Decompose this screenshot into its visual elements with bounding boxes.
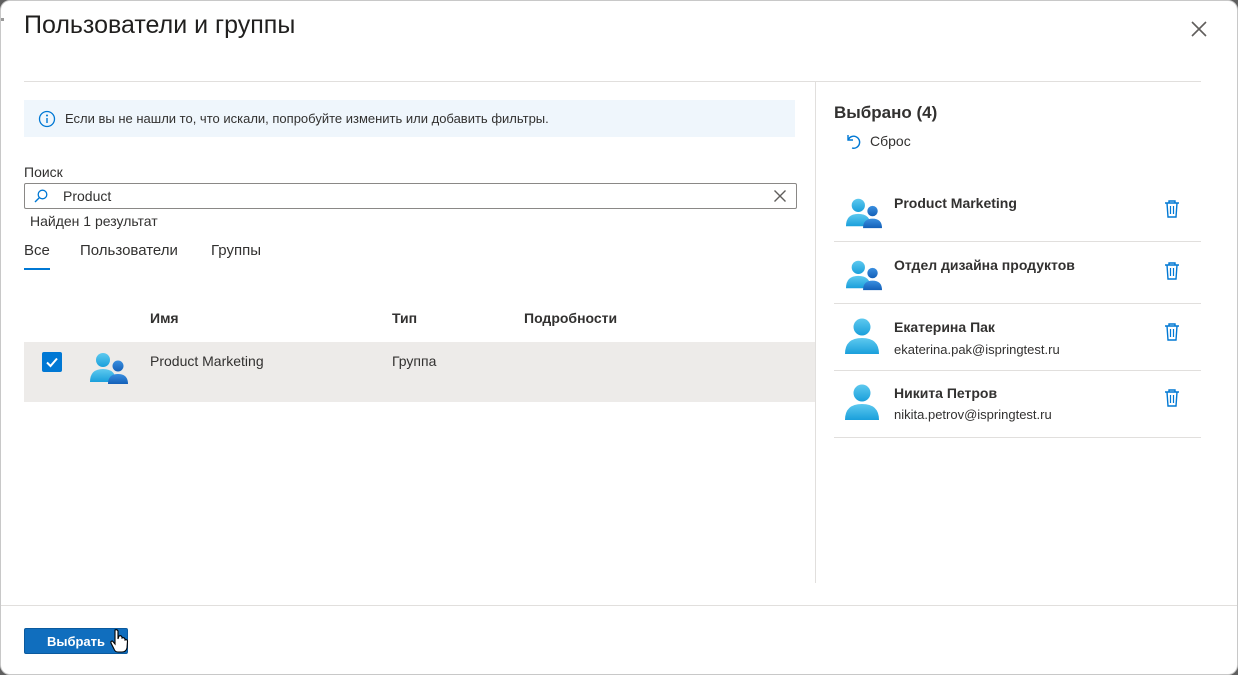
info-text: Если вы не нашли то, что искали, попробу… — [65, 111, 549, 126]
group-icon — [88, 348, 130, 386]
hand-cursor-icon — [109, 628, 129, 654]
window-edge-mark — [1, 18, 4, 21]
trash-icon[interactable] — [1163, 322, 1181, 342]
header-divider — [24, 81, 1201, 82]
trash-icon[interactable] — [1163, 388, 1181, 408]
selected-item-name: Екатерина Пак — [894, 319, 995, 335]
tab-groups[interactable]: Группы — [211, 242, 261, 259]
reset-label: Сброс — [870, 133, 911, 149]
search-box[interactable] — [24, 183, 797, 209]
selected-item: Отдел дизайна продуктов — [834, 242, 1201, 304]
close-icon[interactable] — [1187, 17, 1211, 41]
selected-list: Product Marketing Отдел дизайна продукто… — [834, 180, 1201, 438]
column-header-type[interactable]: Тип — [392, 310, 417, 326]
user-icon — [844, 382, 880, 425]
row-name: Product Marketing — [150, 353, 264, 369]
search-icon — [33, 188, 49, 204]
user-icon — [844, 316, 880, 359]
table-row[interactable]: Product Marketing Группа — [24, 342, 815, 402]
column-header-name[interactable]: Имя — [150, 310, 179, 326]
selected-item-name: Никита Петров — [894, 385, 998, 401]
trash-icon[interactable] — [1163, 199, 1181, 219]
group-icon — [844, 256, 884, 297]
clear-search-icon[interactable] — [772, 188, 788, 204]
column-header-details[interactable]: Подробности — [524, 310, 617, 326]
panel-divider — [815, 82, 816, 583]
info-icon — [38, 110, 56, 128]
tab-all[interactable]: Все — [24, 242, 50, 270]
undo-icon — [847, 135, 861, 149]
selected-title: Выбрано (4) — [834, 103, 938, 122]
search-input[interactable] — [63, 186, 763, 206]
selected-item: Екатерина Пак ekaterina.pak@ispringtest.… — [834, 304, 1201, 371]
selected-item-email: ekaterina.pak@ispringtest.ru — [894, 342, 1060, 357]
users-groups-dialog: Пользователи и группы Если вы не нашли т… — [0, 0, 1238, 675]
selected-item-email: nikita.petrov@ispringtest.ru — [894, 407, 1052, 422]
info-banner: Если вы не нашли то, что искали, попробу… — [24, 100, 795, 137]
selected-item: Никита Петров nikita.petrov@ispringtest.… — [834, 371, 1201, 438]
row-checkbox[interactable] — [42, 352, 62, 372]
selected-item-name: Отдел дизайна продуктов — [894, 257, 1075, 273]
result-count: Найден 1 результат — [30, 213, 158, 229]
dialog-title: Пользователи и группы — [24, 11, 296, 39]
group-icon — [844, 194, 884, 235]
footer-divider — [1, 605, 1237, 606]
selected-item: Product Marketing — [834, 180, 1201, 242]
search-label: Поиск — [24, 164, 63, 180]
tab-users[interactable]: Пользователи — [80, 242, 178, 259]
row-type: Группа — [392, 353, 437, 369]
reset-button[interactable]: Сброс — [844, 132, 911, 150]
trash-icon[interactable] — [1163, 261, 1181, 281]
selected-item-name: Product Marketing — [894, 195, 1017, 211]
